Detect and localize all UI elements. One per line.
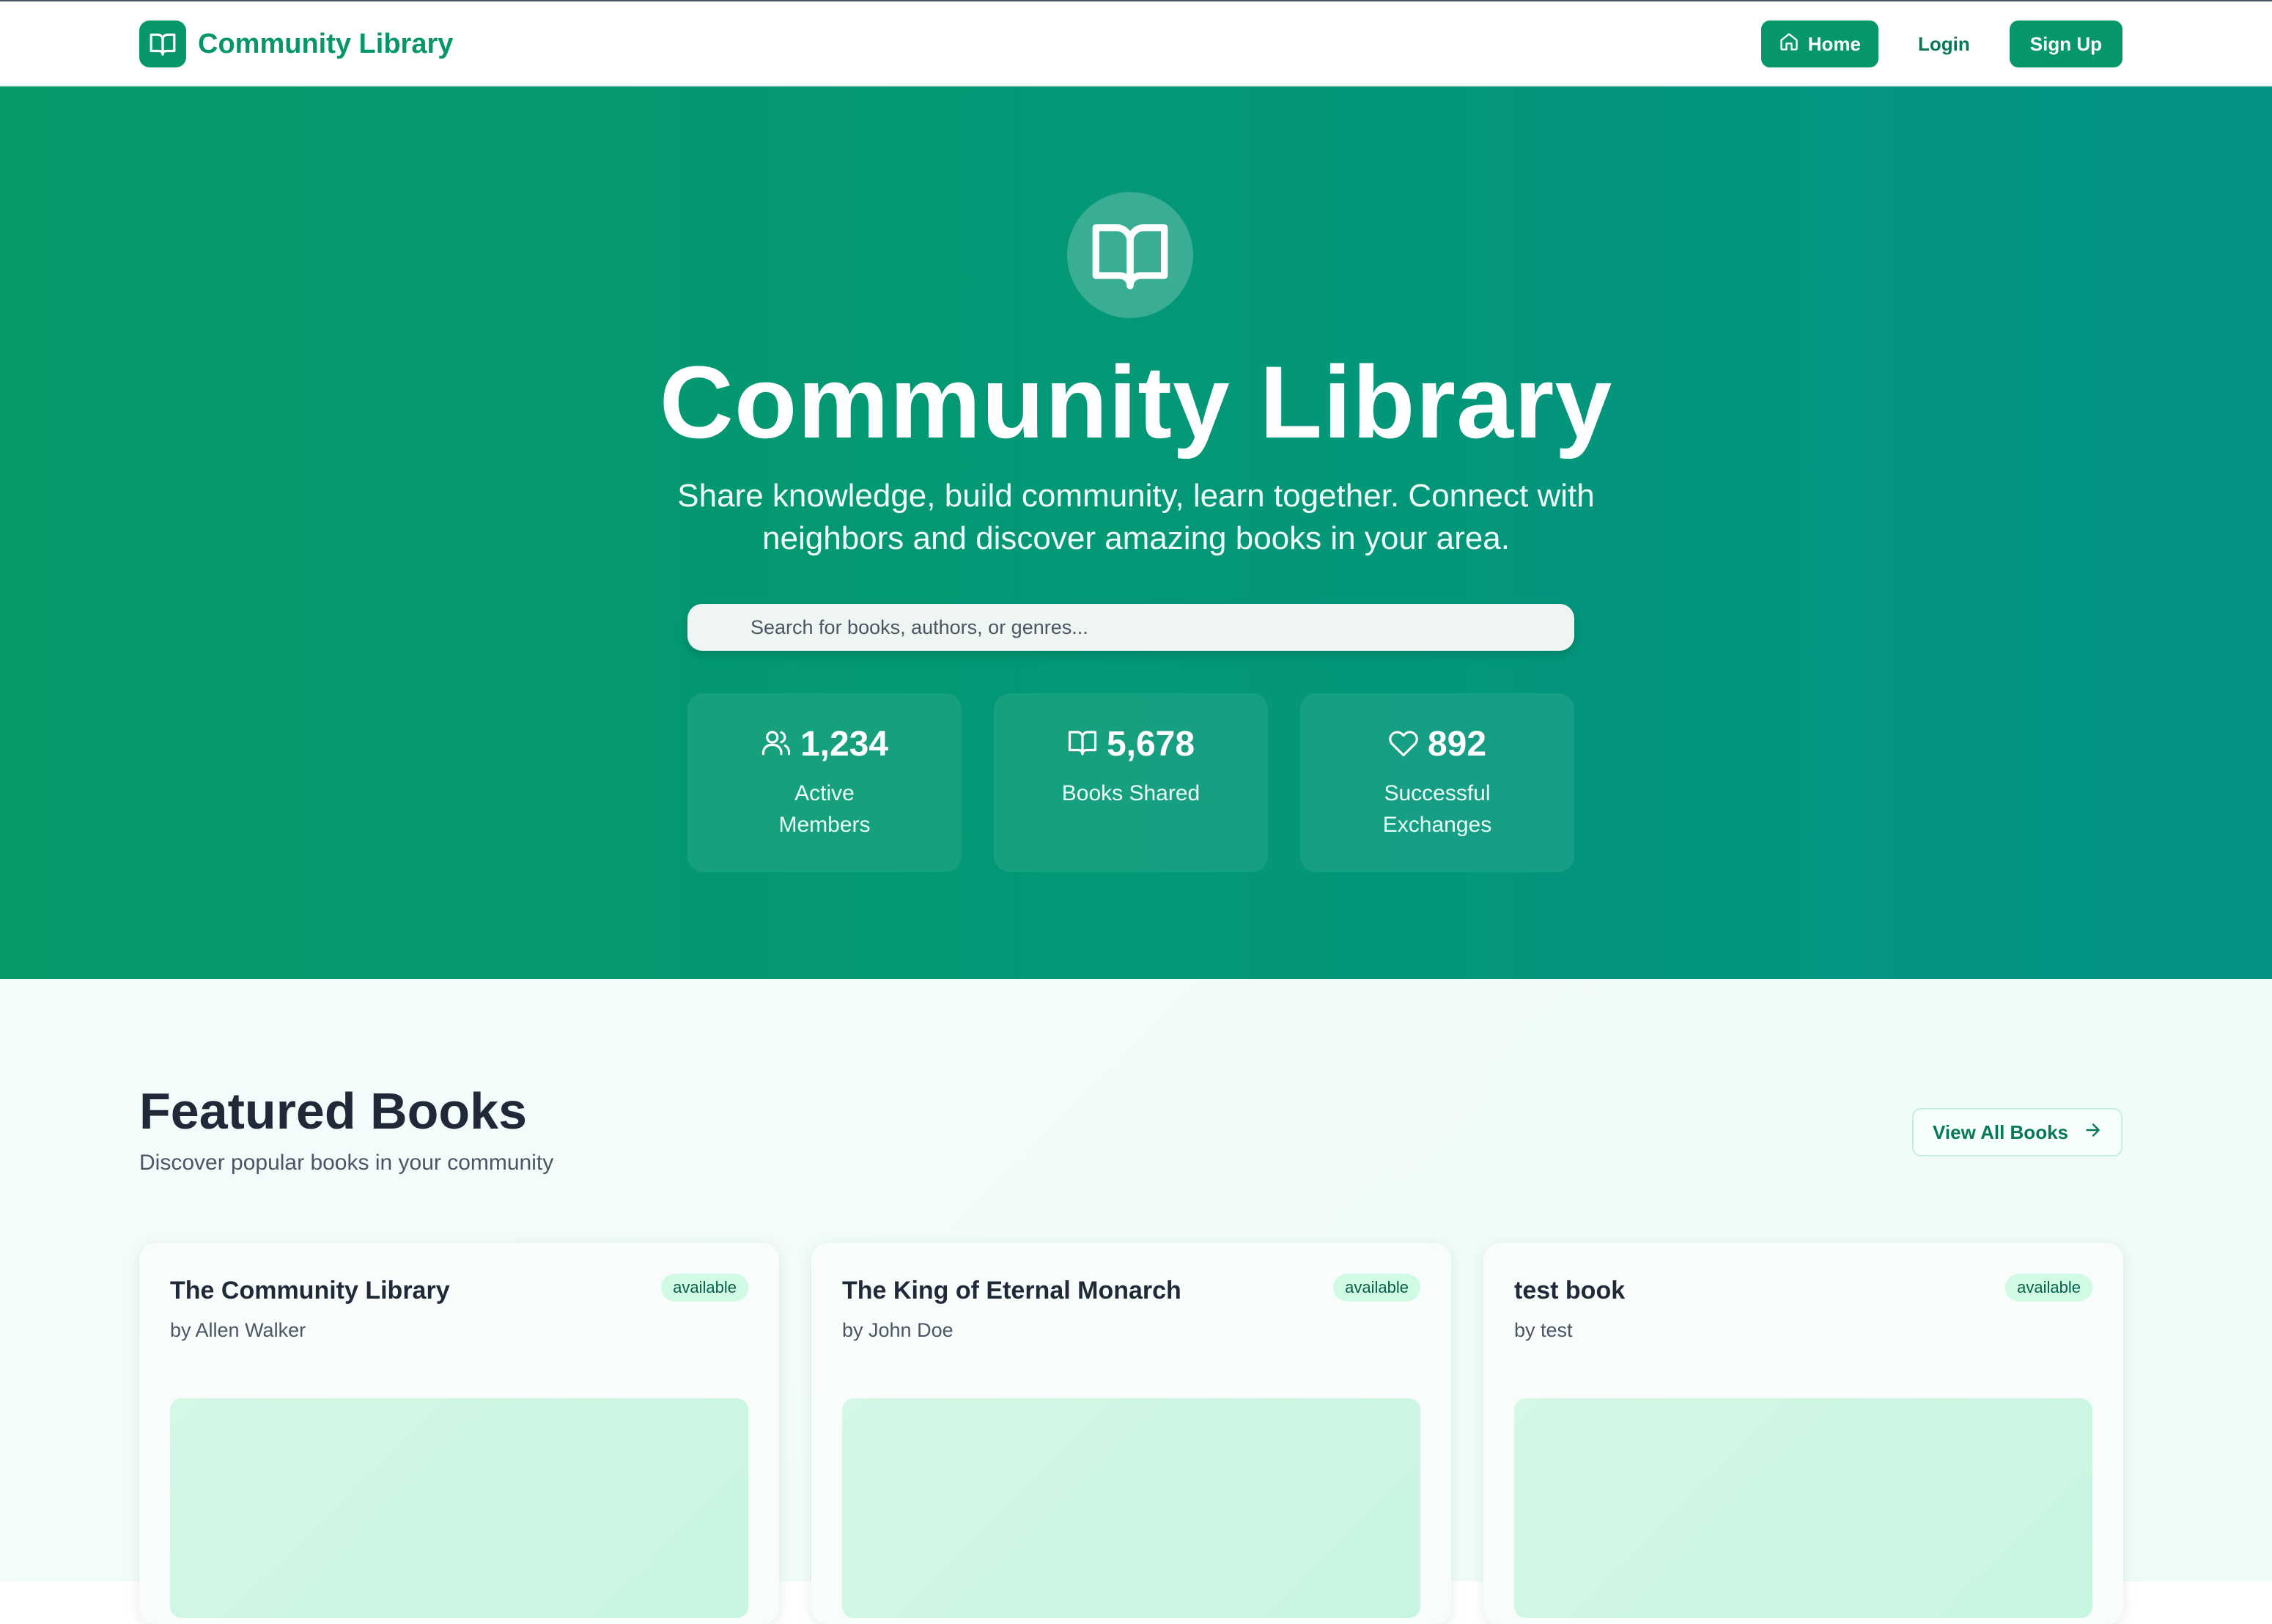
book-title: The Community Library bbox=[170, 1277, 450, 1304]
login-button[interactable]: Login bbox=[1893, 21, 1995, 67]
status-badge: available bbox=[661, 1274, 748, 1302]
stat-label: Active Members bbox=[778, 781, 871, 837]
signup-button[interactable]: Sign Up bbox=[2009, 21, 2122, 67]
stat-value: 5,678 bbox=[1106, 725, 1195, 764]
hero-book-icon bbox=[1067, 192, 1193, 318]
featured-books-section: Featured Books Discover popular books in… bbox=[0, 979, 2272, 1624]
view-all-books-button[interactable]: View All Books bbox=[1912, 1108, 2122, 1156]
book-cover bbox=[842, 1398, 1420, 1618]
book-author: by Allen Walker bbox=[170, 1319, 306, 1341]
brand-name: Community Library bbox=[198, 28, 454, 59]
hero-subtitle: Share knowledge, build community, learn … bbox=[677, 478, 1595, 556]
home-icon bbox=[1779, 32, 1799, 57]
book-card[interactable]: The King of Eternal Monarch by John Doe … bbox=[811, 1243, 1451, 1624]
home-button[interactable]: Home bbox=[1760, 21, 1879, 67]
stat-value: 892 bbox=[1427, 725, 1487, 764]
navbar: Community Library Home Login Sign Up bbox=[0, 1, 2272, 86]
book-cards: The Community Library by Allen Walker av… bbox=[139, 1243, 2123, 1624]
search-input[interactable] bbox=[687, 604, 1574, 651]
book-card[interactable]: The Community Library by Allen Walker av… bbox=[139, 1243, 779, 1624]
book-title: test book bbox=[1514, 1277, 1626, 1304]
section-title: Featured Books bbox=[139, 1082, 527, 1140]
arrow-right-icon bbox=[2083, 1121, 2102, 1145]
book-title: The King of Eternal Monarch bbox=[842, 1277, 1181, 1304]
stat-label: Books Shared bbox=[1061, 781, 1200, 805]
stat-card-books: 5,678 Books Shared bbox=[994, 693, 1268, 872]
book-card[interactable]: test book by test available bbox=[1483, 1243, 2123, 1624]
stat-value: 1,234 bbox=[800, 725, 889, 764]
book-cover bbox=[1514, 1398, 2092, 1618]
stat-card-members: 1,234 Active Members bbox=[687, 693, 962, 872]
section-subtitle: Discover popular books in your community bbox=[139, 1151, 554, 1175]
book-open-icon bbox=[139, 21, 186, 67]
view-all-label: View All Books bbox=[1933, 1121, 2068, 1143]
home-button-label: Home bbox=[1807, 32, 1862, 55]
stats-row: 1,234 Active Members 5,678 Books Shared bbox=[687, 693, 1574, 872]
hero-title: Community Library bbox=[659, 344, 1613, 459]
users-icon bbox=[761, 727, 792, 761]
book-cover bbox=[170, 1398, 748, 1618]
nav-actions: Home Login Sign Up bbox=[1760, 21, 2122, 67]
book-open-icon bbox=[1067, 727, 1098, 761]
heart-icon bbox=[1388, 727, 1419, 761]
book-author: by test bbox=[1514, 1319, 1573, 1341]
stat-label: Successful Exchanges bbox=[1382, 781, 1492, 837]
book-author: by John Doe bbox=[842, 1319, 954, 1341]
status-badge: available bbox=[1333, 1274, 1420, 1302]
brand-link[interactable]: Community Library bbox=[139, 21, 453, 67]
stat-card-exchanges: 892 Successful Exchanges bbox=[1300, 693, 1574, 872]
hero-section: Community Library Share knowledge, build… bbox=[0, 86, 2272, 979]
status-badge: available bbox=[2005, 1274, 2092, 1302]
